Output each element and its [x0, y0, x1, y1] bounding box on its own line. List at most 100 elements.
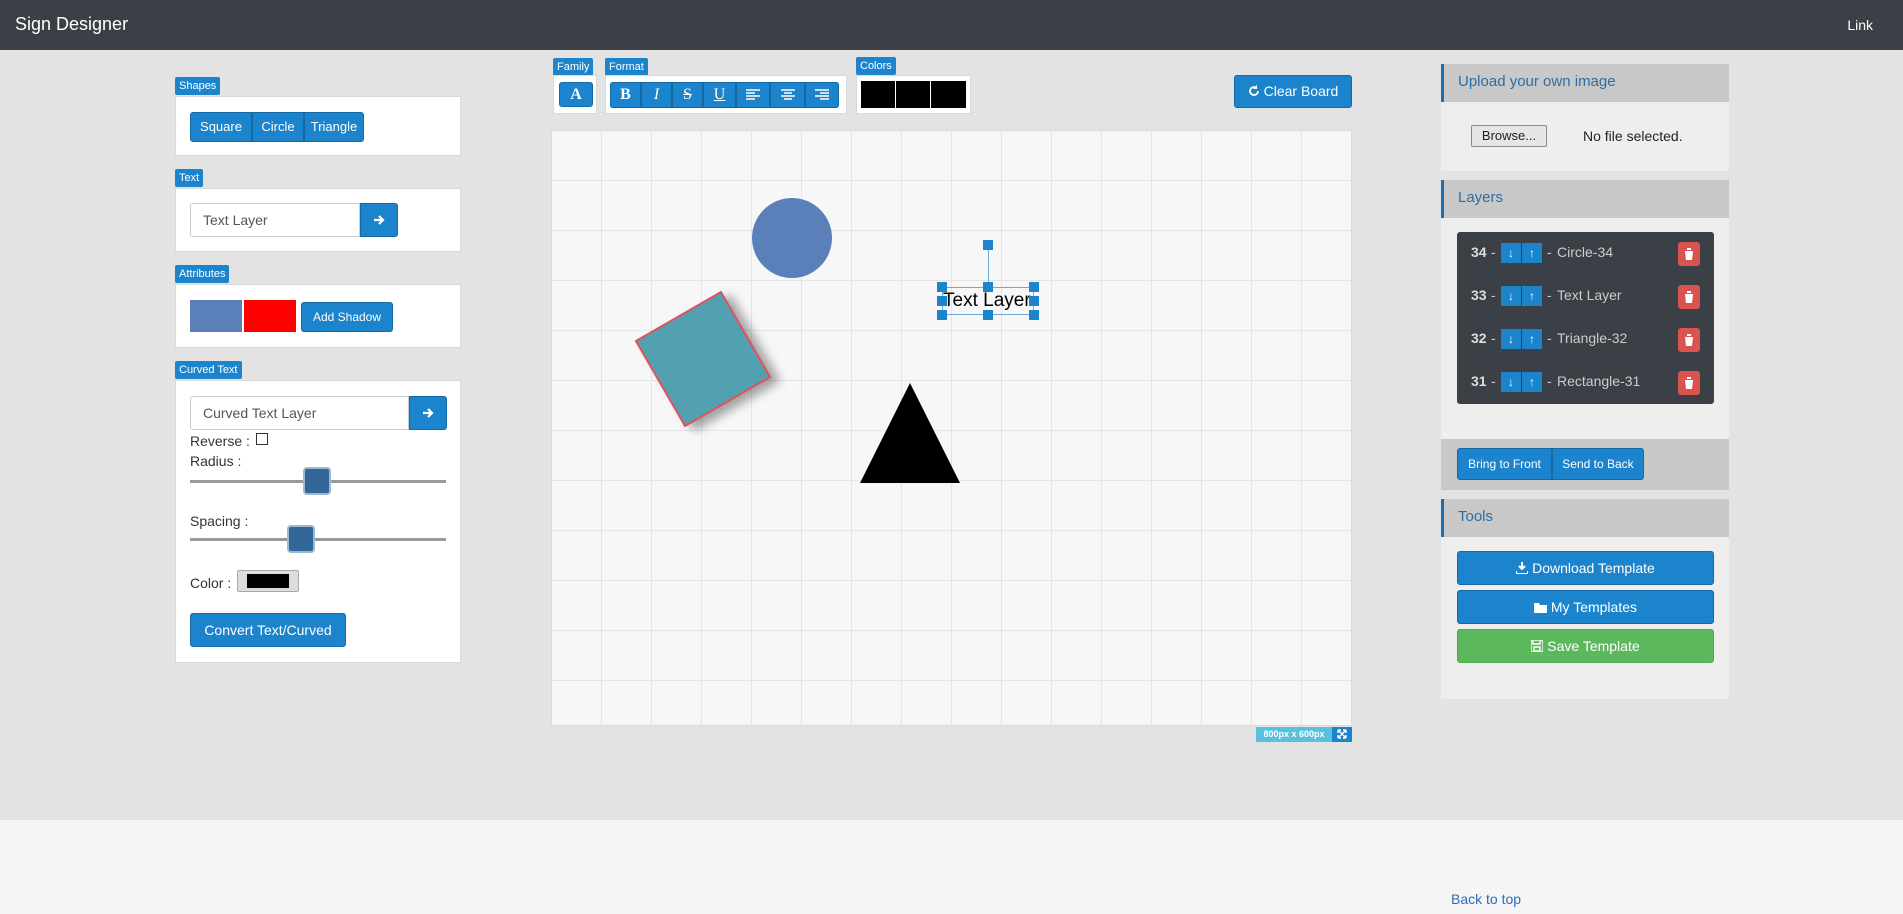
spacing-slider-track[interactable] [190, 538, 446, 541]
layer-row[interactable]: 33 - ↓ ↑ - Text Layer [1457, 275, 1714, 318]
upload-panel: Upload your own image Browse... No file … [1441, 64, 1729, 171]
align-right-button[interactable] [805, 82, 839, 108]
layer-sep: - [1491, 287, 1496, 303]
canvas-size-badge: 800px x 600px [1256, 727, 1332, 742]
triangle-shape[interactable] [860, 383, 960, 483]
layer-order-group: Bring to Front Send to Back [1457, 448, 1644, 480]
bring-to-front-button[interactable]: Bring to Front [1457, 448, 1552, 480]
delete-layer-button[interactable] [1678, 242, 1700, 266]
expand-icon [1337, 729, 1347, 739]
resize-handle-tm[interactable] [983, 282, 993, 292]
spacing-slider-knob[interactable] [287, 525, 315, 553]
move-up-button[interactable]: ↑ [1522, 372, 1542, 392]
underline-button[interactable]: U [703, 82, 736, 108]
convert-curved-button[interactable]: Convert Text/Curved [190, 613, 346, 647]
trash-icon [1684, 248, 1694, 260]
layer-sep: - [1547, 287, 1552, 303]
curved-color-swatch [247, 574, 289, 588]
layer-sep: - [1547, 330, 1552, 346]
stroke-color-swatch[interactable] [896, 81, 930, 108]
canvas-text-layer[interactable]: Text Layer [943, 290, 1031, 312]
design-canvas[interactable]: Text Layer [551, 130, 1352, 726]
save-icon [1530, 639, 1545, 653]
reverse-checkbox[interactable] [256, 433, 268, 445]
save-template-label: Save Template [1547, 638, 1640, 654]
format-tag: Format [605, 58, 648, 76]
layer-sep: - [1491, 373, 1496, 389]
resize-handle-tr[interactable] [1029, 282, 1039, 292]
layer-number: 34 [1471, 244, 1487, 260]
layer-row[interactable]: 32 - ↓ ↑ - Triangle-32 [1457, 318, 1714, 361]
navbar: Sign Designer Link [0, 0, 1903, 50]
text-layer-input[interactable]: Text Layer [190, 203, 360, 237]
add-text-button[interactable] [360, 203, 398, 237]
align-left-icon [746, 89, 760, 100]
align-left-button[interactable] [736, 82, 770, 108]
add-curved-text-button[interactable] [409, 396, 447, 430]
attributes-tag: Attributes [175, 265, 230, 283]
nav-link[interactable]: Link [1847, 17, 1873, 33]
move-down-button[interactable]: ↓ [1501, 243, 1521, 263]
radius-slider-knob[interactable] [303, 467, 331, 495]
layers-list: 34 - ↓ ↑ - Circle-34 33 - ↓ ↑ - Text Lay… [1457, 232, 1714, 404]
fill-color-swatch[interactable] [190, 300, 242, 332]
curved-color-picker[interactable] [237, 570, 299, 592]
text-tag: Text [175, 169, 204, 187]
background-color-swatch[interactable] [931, 81, 966, 108]
rotation-line [988, 245, 989, 287]
move-down-button[interactable]: ↓ [1501, 286, 1521, 306]
resize-handle-br[interactable] [1029, 310, 1039, 320]
align-center-button[interactable] [770, 82, 805, 108]
move-up-button[interactable]: ↑ [1522, 329, 1542, 349]
brand-title[interactable]: Sign Designer [15, 14, 128, 35]
delete-layer-button[interactable] [1678, 328, 1700, 352]
bold-button[interactable]: B [610, 82, 641, 108]
layer-row[interactable]: 34 - ↓ ↑ - Circle-34 [1457, 232, 1714, 275]
move-up-button[interactable]: ↑ [1522, 286, 1542, 306]
delete-layer-button[interactable] [1678, 285, 1700, 309]
italic-button[interactable]: I [641, 82, 672, 108]
radius-label: Radius : [190, 453, 242, 469]
resize-handle-bl[interactable] [937, 310, 947, 320]
shapes-panel: Square Circle Triangle [175, 96, 461, 156]
font-color-swatch[interactable] [861, 81, 895, 108]
back-to-top-link[interactable]: Back to top [1451, 891, 1521, 907]
download-icon [1515, 562, 1530, 575]
file-status: No file selected. [1583, 128, 1683, 144]
layer-number: 31 [1471, 373, 1487, 389]
font-family-button[interactable]: A [559, 82, 593, 107]
resize-handle-tl[interactable] [937, 282, 947, 292]
shapes-tag: Shapes [175, 77, 221, 95]
strikethrough-button[interactable]: S [672, 82, 703, 108]
align-right-icon [815, 89, 829, 100]
save-template-button[interactable]: Save Template [1457, 629, 1714, 663]
download-template-button[interactable]: Download Template [1457, 551, 1714, 585]
clear-board-button[interactable]: Clear Board [1234, 75, 1352, 108]
square-button[interactable]: Square [190, 112, 252, 142]
browse-button[interactable]: Browse... [1471, 125, 1547, 147]
rotate-handle[interactable] [983, 240, 993, 250]
resize-handle-ml[interactable] [937, 296, 947, 306]
delete-layer-button[interactable] [1678, 371, 1700, 395]
move-up-button[interactable]: ↑ [1522, 243, 1542, 263]
arrow-right-icon [423, 408, 434, 418]
stroke-color-swatch[interactable] [244, 300, 296, 332]
layer-row[interactable]: 31 - ↓ ↑ - Rectangle-31 [1457, 361, 1714, 404]
circle-button[interactable]: Circle [252, 112, 304, 142]
curved-text-input[interactable]: Curved Text Layer [190, 396, 409, 430]
layers-panel: Layers 34 - ↓ ↑ - Circle-34 33 - ↓ ↑ - T… [1441, 180, 1729, 490]
triangle-button[interactable]: Triangle [304, 112, 364, 142]
move-down-button[interactable]: ↓ [1501, 329, 1521, 349]
circle-shape[interactable] [752, 198, 832, 278]
send-to-back-button[interactable]: Send to Back [1552, 448, 1644, 480]
move-down-button[interactable]: ↓ [1501, 372, 1521, 392]
fullscreen-button[interactable] [1332, 727, 1352, 742]
rectangle-shape[interactable] [634, 290, 772, 428]
add-shadow-button[interactable]: Add Shadow [301, 302, 393, 332]
layers-title: Layers [1441, 180, 1729, 218]
my-templates-button[interactable]: My Templates [1457, 590, 1714, 624]
resize-handle-bm[interactable] [983, 310, 993, 320]
refresh-icon [1248, 85, 1259, 96]
resize-handle-mr[interactable] [1029, 296, 1039, 306]
attributes-panel: Add Shadow [175, 284, 461, 348]
